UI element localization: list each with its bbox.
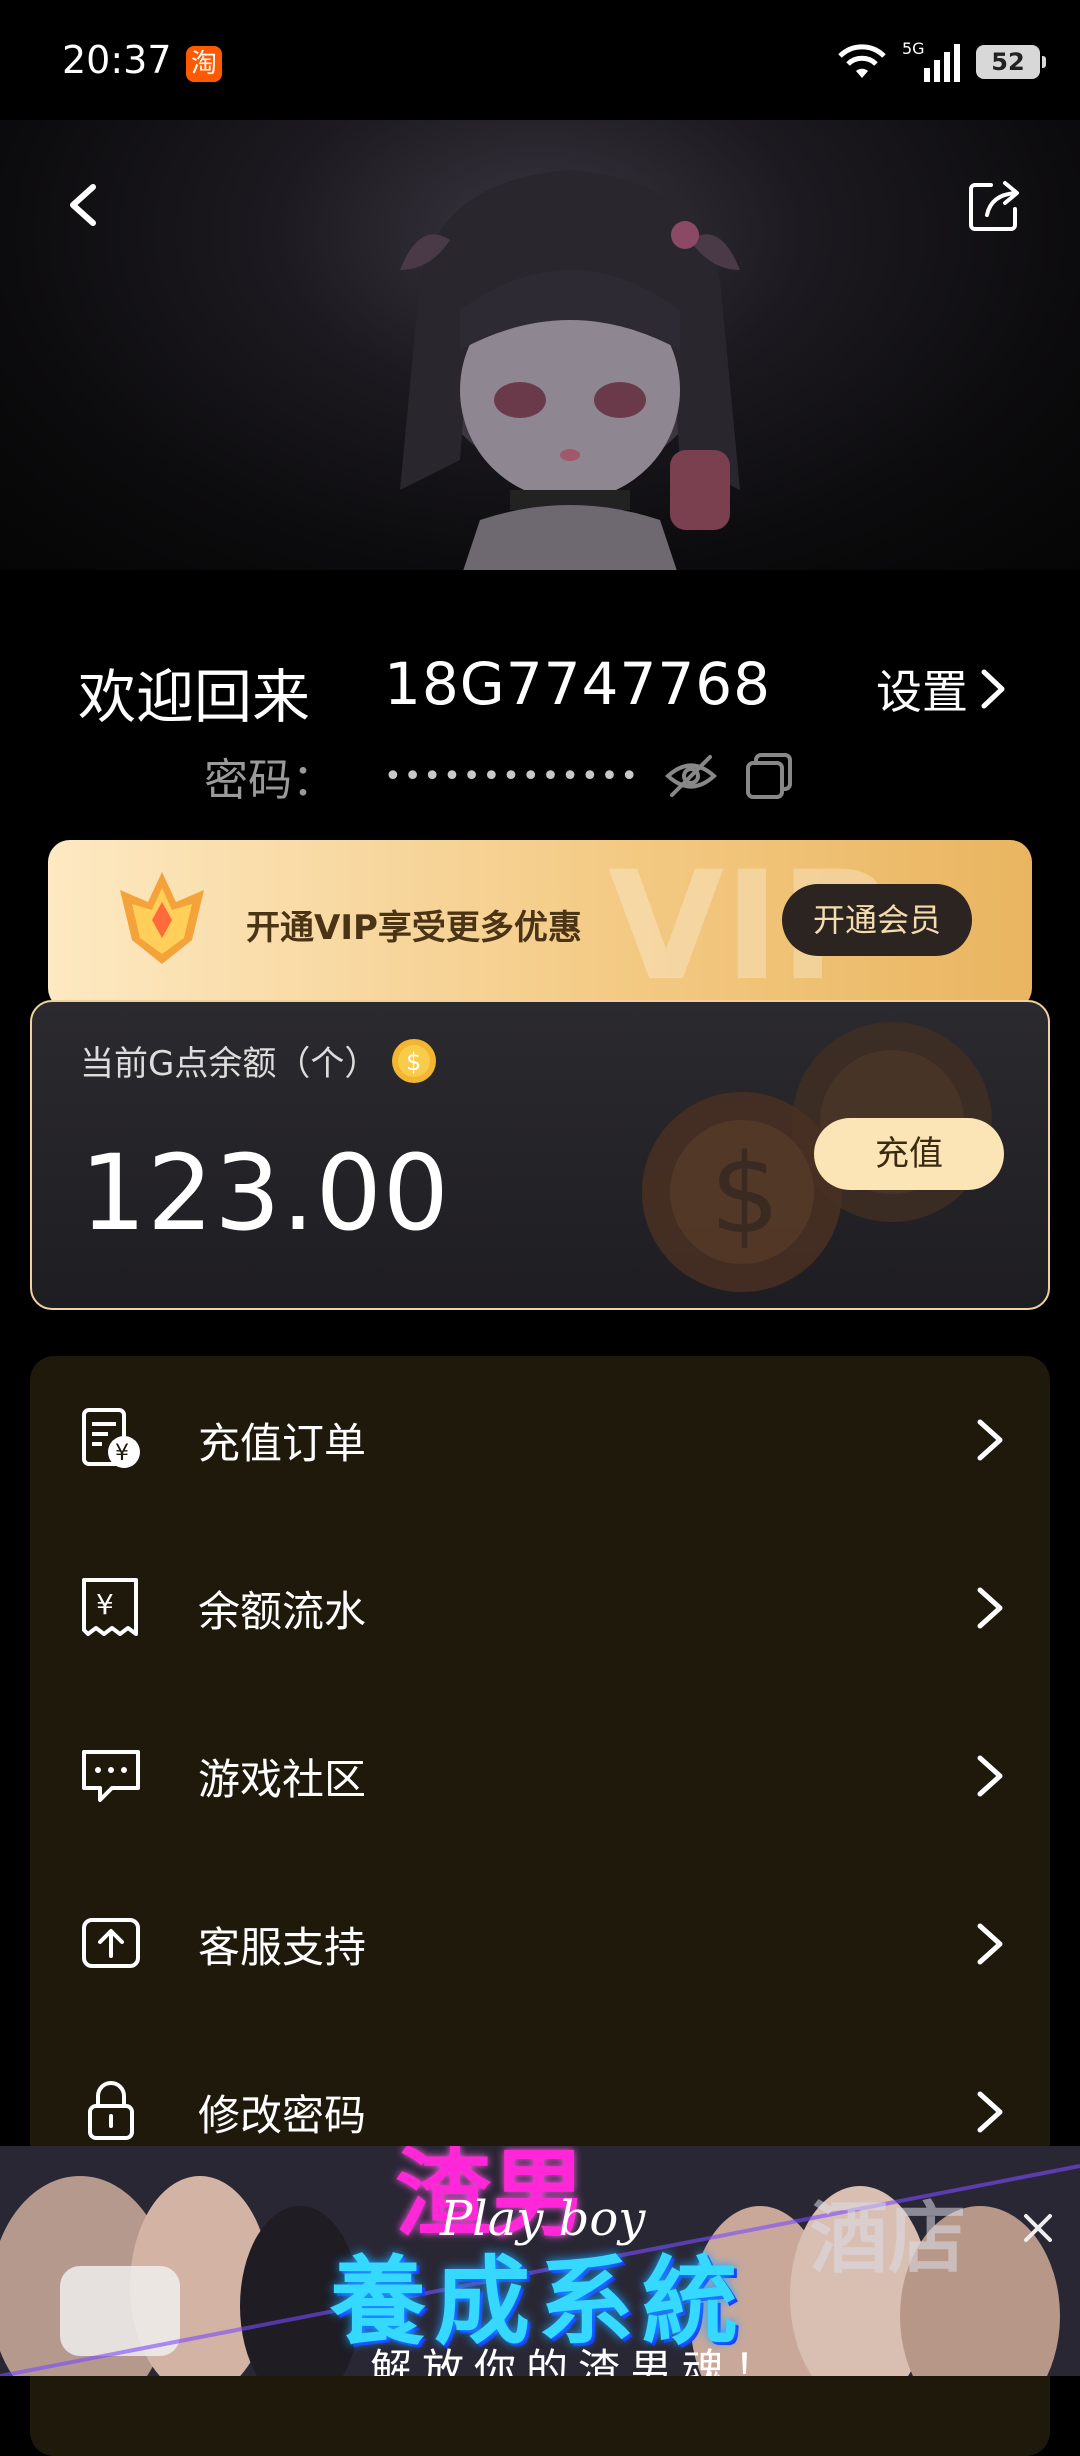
open-vip-button[interactable]: 开通会员: [782, 884, 972, 956]
menu-item-recharge-orders[interactable]: ¥ 充值订单: [30, 1356, 1050, 1524]
vip-crown-icon: [120, 872, 204, 964]
eye-hidden-icon[interactable]: [664, 749, 718, 803]
vip-promo-text: 开通VIP享受更多优惠: [246, 908, 582, 948]
taobao-notification-icon: 淘: [186, 46, 222, 82]
welcome-title: 欢迎回来: [78, 663, 311, 731]
svg-text:$: $: [710, 1130, 780, 1258]
status-icons: 5G 52: [836, 40, 1046, 84]
chevron-right-icon: [977, 1587, 1003, 1629]
chevron-right-icon: [977, 1419, 1003, 1461]
chevron-right-icon: [981, 669, 1005, 709]
menu-item-label: 客服支持: [198, 1923, 367, 1972]
chevron-right-icon: [977, 1755, 1003, 1797]
svg-text:¥: ¥: [115, 1441, 129, 1466]
menu-item-label: 充值订单: [198, 1419, 367, 1468]
chevron-right-icon: [977, 1923, 1003, 1965]
back-chevron-icon[interactable]: [55, 175, 115, 235]
svg-text:¥: ¥: [96, 1588, 114, 1621]
balance-label: 当前G点余额（个） $: [80, 1036, 438, 1085]
status-bar: 20:37 淘 5G 52: [0, 0, 1080, 120]
share-icon[interactable]: [965, 175, 1025, 235]
lock-icon: [88, 2081, 134, 2140]
settings-link[interactable]: 设置: [876, 656, 1008, 722]
menu-item-label: 修改密码: [198, 2091, 367, 2140]
gold-coin-icon: $: [392, 1038, 437, 1083]
password-row: 密码： •••••••••••••: [204, 746, 796, 806]
battery-indicator: 52: [976, 45, 1046, 79]
welcome-row: 欢迎回来 18G7747768 设置: [78, 650, 1008, 731]
menu-item-game-community[interactable]: 游戏社区: [30, 1692, 1050, 1860]
settings-label: 设置: [876, 665, 968, 719]
ad-hotel-text: 酒店: [810, 2194, 967, 2284]
svg-text:5G: 5G: [902, 40, 925, 58]
svg-text:$: $: [406, 1048, 421, 1076]
clock: 20:37: [62, 38, 172, 82]
anime-character-illustration: [400, 170, 740, 570]
menu-item-label: 游戏社区: [198, 1755, 367, 1804]
receipt-yuan-icon: ¥: [82, 1408, 140, 1468]
menu-item-customer-support[interactable]: 客服支持: [30, 1860, 1050, 2028]
close-icon[interactable]: [1016, 2206, 1060, 2250]
recharge-button[interactable]: 充值: [814, 1118, 1004, 1190]
menu-item-label: 余额流水: [198, 1587, 367, 1636]
chat-bubble-icon: [82, 1750, 140, 1802]
signal-5g-icon: 5G: [902, 40, 960, 82]
account-id: 18G7747768: [384, 650, 772, 718]
vip-promo-banner[interactable]: VIP 开通VIP享受更多优惠 开通会员: [48, 840, 1032, 1010]
ad-subtitle: 解放你的渣男魂！: [370, 2345, 787, 2376]
chevron-right-icon: [977, 2091, 1003, 2133]
ledger-icon: ¥: [82, 1578, 138, 1636]
ad-banner[interactable]: 酒店 渣男 Play boy 養成系統 解放你的渣男魂！: [0, 2146, 1080, 2376]
copy-icon[interactable]: [742, 749, 796, 803]
password-masked-value: •••••••••••••: [384, 758, 641, 794]
balance-label-text: 当前G点余额（个）: [80, 1044, 379, 1084]
password-label: 密码：: [204, 755, 336, 806]
menu-item-balance-history[interactable]: ¥ 余额流水: [30, 1524, 1050, 1692]
wifi-icon: [838, 44, 886, 78]
profile-hero-banner: [0, 120, 1080, 570]
upload-support-icon: [82, 1918, 140, 1968]
balance-card: $ 当前G点余额（个） $ 123.00 充值: [30, 1000, 1050, 1310]
balance-value: 123.00: [80, 1132, 450, 1254]
